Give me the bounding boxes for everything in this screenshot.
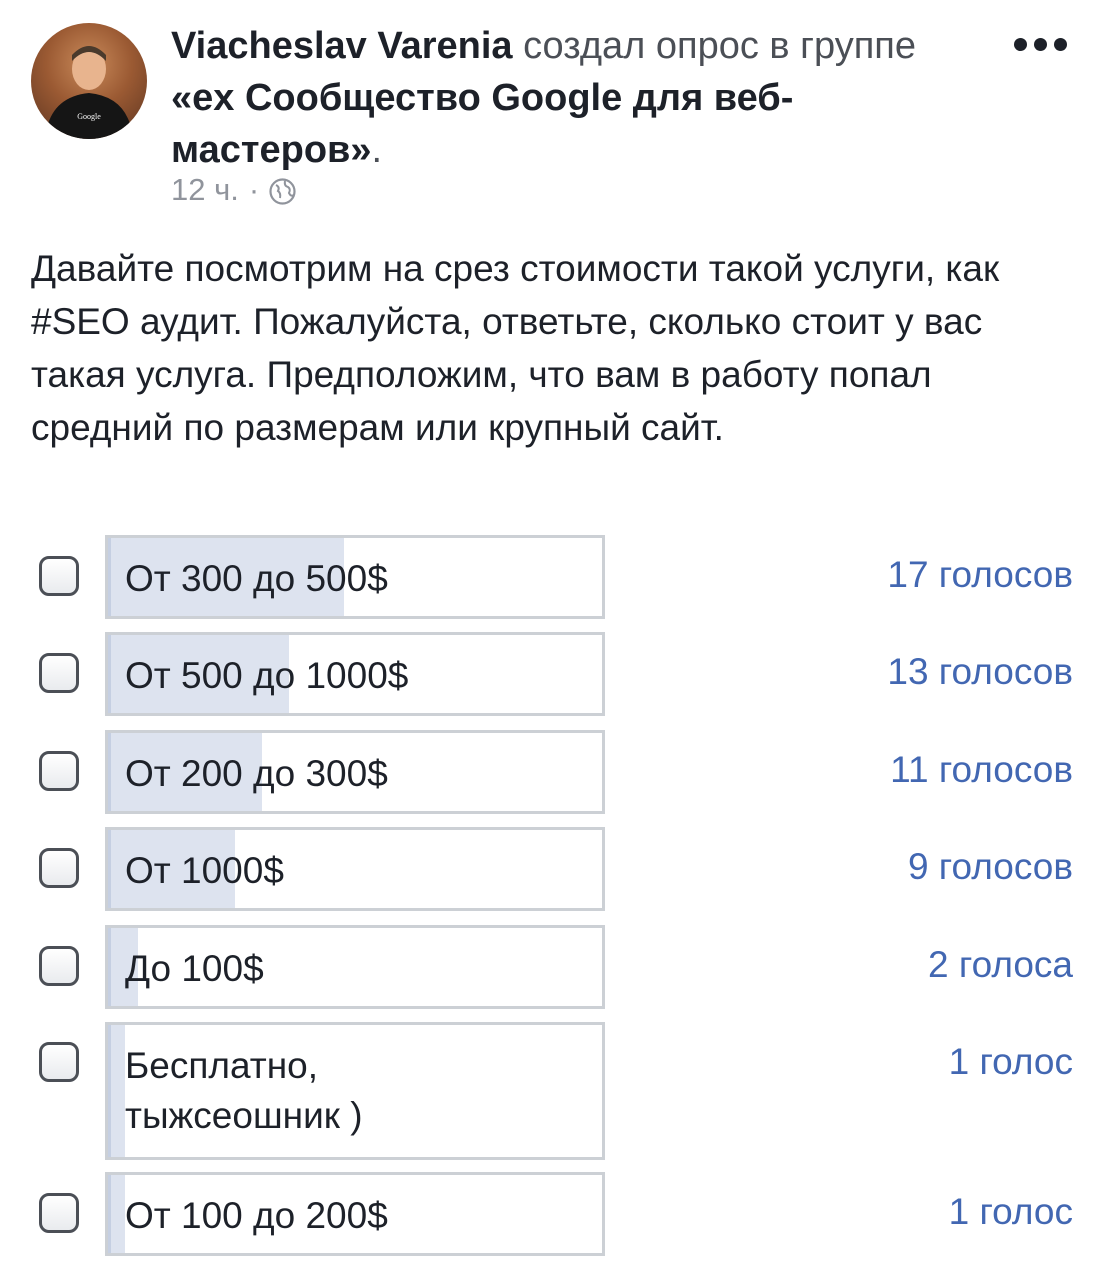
poll-option[interactable]: От 200 до 300$ 11 голосов xyxy=(0,730,1103,814)
post-text: Давайте посмотрим на срез стоимости тако… xyxy=(31,248,1000,448)
poll-option-bar[interactable]: От 500 до 1000$ xyxy=(105,632,605,716)
author-avatar[interactable]: Google xyxy=(31,23,147,139)
poll-option-bar[interactable]: От 100 до 200$ xyxy=(105,1172,605,1256)
poll-option-bar[interactable]: От 1000$ xyxy=(105,827,605,911)
post-header: Viacheslav Varenia создал опрос в группе… xyxy=(171,20,971,176)
poll-option-checkbox[interactable] xyxy=(39,848,79,888)
poll-option-checkbox[interactable] xyxy=(39,751,79,791)
poll-option-checkbox[interactable] xyxy=(39,1193,79,1233)
poll-option[interactable]: Бесплатно, тыжсеошник ) 1 голос xyxy=(0,1022,1103,1160)
poll-option-fill xyxy=(108,1175,125,1253)
poll-option-votes[interactable]: 1 голос xyxy=(949,1191,1073,1233)
poll-option-label: От 500 до 1000$ xyxy=(125,655,409,696)
post-meta: 12 ч. · xyxy=(171,172,296,208)
poll-option[interactable]: От 500 до 1000$ 13 голосов xyxy=(0,632,1103,716)
poll-option-label: От 300 до 500$ xyxy=(125,558,388,599)
header-period: . xyxy=(371,129,383,171)
poll-option-label: До 100$ xyxy=(125,948,264,989)
poll-option[interactable]: До 100$ 2 голоса xyxy=(0,925,1103,1009)
more-options-icon[interactable] xyxy=(1014,38,1067,51)
poll-option-votes[interactable]: 17 голосов xyxy=(887,554,1073,596)
avatar-image: Google xyxy=(45,46,133,139)
poll-option-checkbox[interactable] xyxy=(39,556,79,596)
group-name[interactable]: «ex Сообщество Google для веб-мастеров» xyxy=(171,77,793,171)
poll-option-votes[interactable]: 11 голосов xyxy=(890,749,1073,791)
meta-separator: · xyxy=(248,172,260,207)
poll-option-label: Бесплатно, тыжсеошник ) xyxy=(125,1045,363,1136)
poll-option-fill xyxy=(108,1025,125,1157)
poll-option-votes[interactable]: 13 голосов xyxy=(887,651,1073,693)
poll-option-checkbox[interactable] xyxy=(39,1042,79,1082)
globe-icon[interactable] xyxy=(269,177,296,205)
poll-option-label: От 1000$ xyxy=(125,850,284,891)
poll-option-bar[interactable]: От 200 до 300$ xyxy=(105,730,605,814)
poll-option-bar[interactable]: Бесплатно, тыжсеошник ) xyxy=(105,1022,605,1160)
poll-option-label: От 100 до 200$ xyxy=(125,1195,388,1236)
poll-option-checkbox[interactable] xyxy=(39,946,79,986)
author-name[interactable]: Viacheslav Varenia xyxy=(171,25,513,67)
post-time[interactable]: 12 ч. xyxy=(171,172,239,208)
poll-option-votes[interactable]: 1 голос xyxy=(949,1041,1073,1083)
poll-option[interactable]: От 100 до 200$ 1 голос xyxy=(0,1172,1103,1256)
poll-option[interactable]: От 300 до 500$ 17 голосов xyxy=(0,535,1103,619)
poll-option-checkbox[interactable] xyxy=(39,653,79,693)
poll-option-bar[interactable]: До 100$ xyxy=(105,925,605,1009)
post-action: создал опрос в группе xyxy=(523,25,917,67)
poll-option-votes[interactable]: 2 голоса xyxy=(928,944,1073,986)
poll-option-bar[interactable]: От 300 до 500$ xyxy=(105,535,605,619)
svg-text:Google: Google xyxy=(77,112,101,121)
poll-option[interactable]: От 1000$ 9 голосов xyxy=(0,827,1103,911)
poll-option-votes[interactable]: 9 голосов xyxy=(908,846,1073,888)
poll-option-label: От 200 до 300$ xyxy=(125,753,388,794)
